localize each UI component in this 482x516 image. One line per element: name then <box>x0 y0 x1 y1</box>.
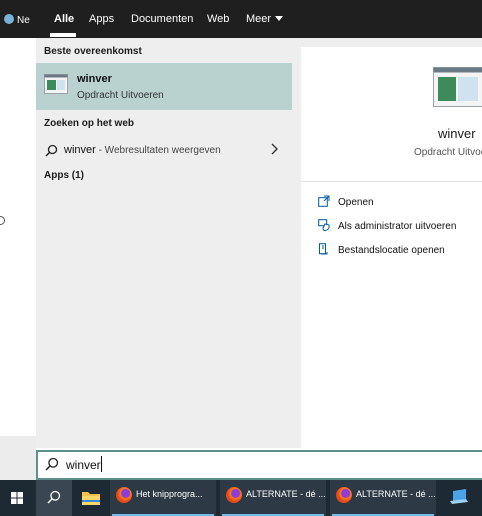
best-match-subtitle: Opdracht Uitvoeren <box>77 90 164 101</box>
preview-subtitle: Opdracht Uitvoe <box>414 147 482 158</box>
tab-apps[interactable]: Apps <box>89 13 114 25</box>
taskbar-app-alternate-1[interactable]: ALTERNATE - dé ... <box>220 480 326 516</box>
tab-more[interactable]: Meer <box>246 13 284 25</box>
tab-all[interactable]: Alle <box>54 13 74 25</box>
text-cursor <box>101 456 102 472</box>
best-match-title: winver <box>77 73 112 85</box>
radio-fragment <box>0 216 5 225</box>
search-icon <box>47 490 61 504</box>
app-window-icon <box>433 67 482 107</box>
chevron-down-icon <box>275 16 284 21</box>
best-match-item[interactable]: winver Opdracht Uitvoeren <box>36 63 292 110</box>
divider <box>301 181 482 182</box>
chevron-right-icon[interactable] <box>270 143 278 155</box>
firefox-icon <box>116 487 132 503</box>
web-result-hint: - Webresultaten weergeven <box>95 145 221 156</box>
screen: { "background": { "taskbar_item_fragment… <box>0 0 482 516</box>
apps-header[interactable]: Apps (1) <box>44 170 84 181</box>
web-search-result[interactable]: winver - Webresultaten weergeven <box>36 140 292 162</box>
search-icon <box>45 144 58 157</box>
taskbar-app-alternate-2[interactable]: ALTERNATE - dé ... <box>330 480 436 516</box>
action-run-as-admin[interactable]: Als administrator uitvoeren <box>318 219 456 237</box>
web-search-header: Zoeken op het web <box>44 118 135 129</box>
taskbar: Het knipprogra... ALTERNATE - dé ... ALT… <box>0 480 482 516</box>
tab-documents[interactable]: Documenten <box>131 13 193 25</box>
search-box[interactable]: winver <box>36 450 482 480</box>
edge-icon <box>4 14 14 24</box>
search-input[interactable]: winver <box>66 458 101 472</box>
background-taskbar-item: Ne <box>4 14 30 26</box>
start-button[interactable] <box>0 480 34 516</box>
active-tab-indicator <box>50 33 76 37</box>
web-result-query: winver <box>64 144 96 156</box>
firefox-icon <box>336 487 352 503</box>
taskbar-app-network[interactable] <box>444 480 474 516</box>
search-filter-bar: Alle Apps Documenten Web Meer <box>36 0 482 38</box>
results-pane: Beste overeenkomst winver Opdracht Uitvo… <box>36 38 292 448</box>
desktop-background-strip: Ne <box>0 0 36 513</box>
admin-shield-icon <box>318 219 332 232</box>
open-icon <box>318 195 332 207</box>
app-window-icon <box>44 74 68 94</box>
taskbar-search-button[interactable] <box>36 480 72 516</box>
file-location-icon <box>318 243 332 255</box>
windows-logo-icon <box>11 492 23 504</box>
taskbar-app-snipping[interactable]: Het knipprogra... <box>110 480 216 516</box>
preview-title: winver <box>438 126 476 141</box>
firefox-icon <box>226 487 242 503</box>
action-open-file-location[interactable]: Bestandslocatie openen <box>318 243 445 261</box>
tab-web[interactable]: Web <box>207 13 229 25</box>
laptop-icon <box>450 489 468 504</box>
best-match-header: Beste overeenkomst <box>44 46 142 57</box>
file-explorer-button[interactable] <box>76 480 106 516</box>
folder-icon <box>82 492 100 505</box>
preview-pane: winver Opdracht Uitvoe Openen Als admini… <box>301 47 482 448</box>
action-open[interactable]: Openen <box>318 195 374 213</box>
search-icon <box>45 457 59 471</box>
